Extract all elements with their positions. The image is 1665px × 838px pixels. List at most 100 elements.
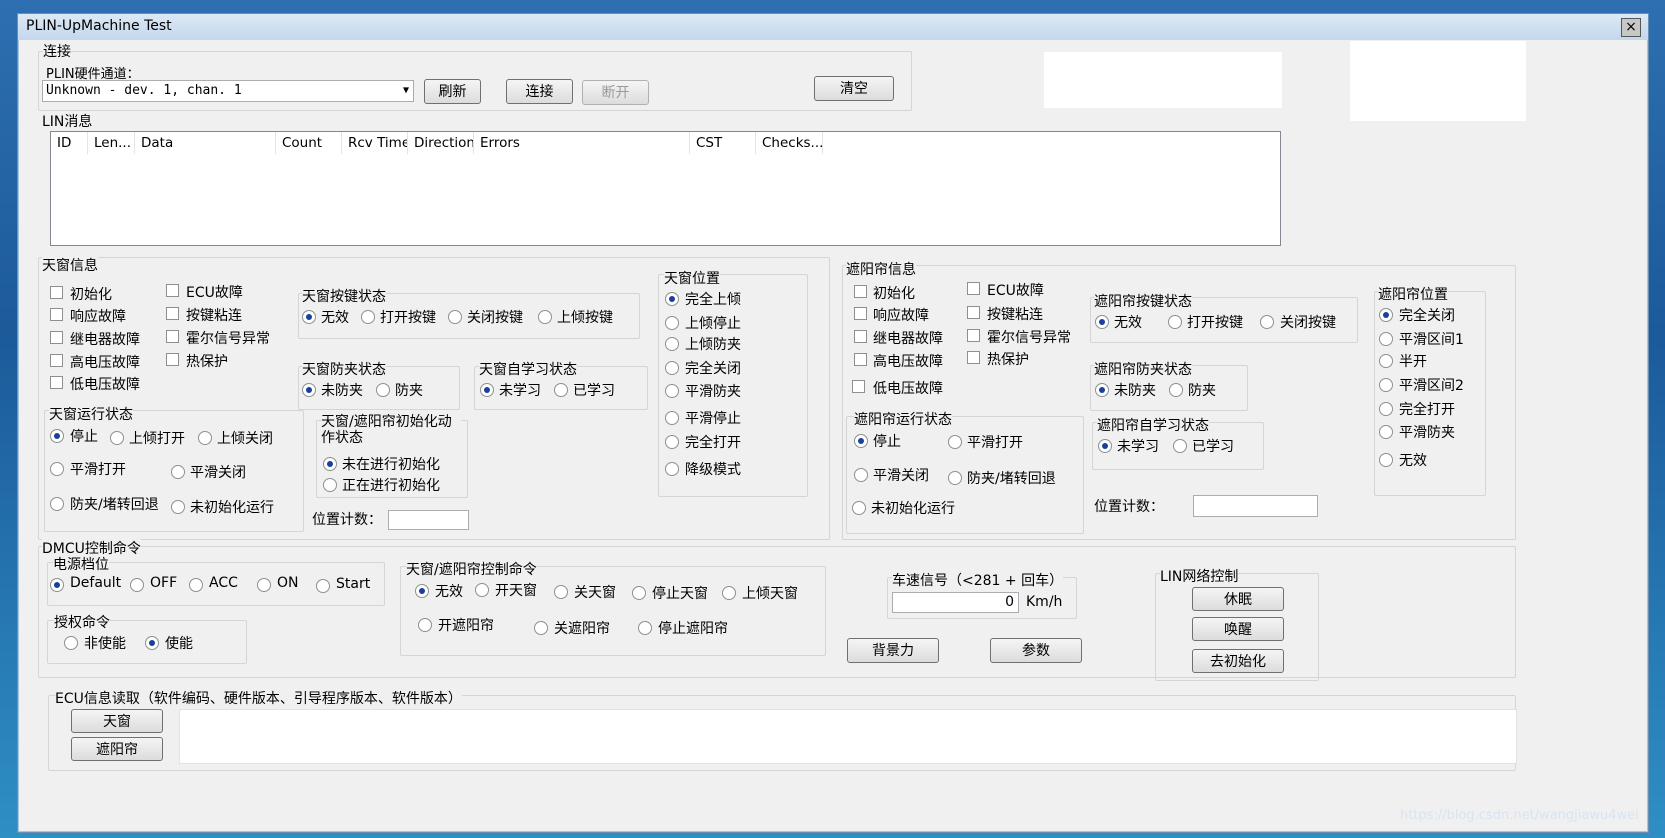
radio-sh-key-close[interactable] — [1260, 315, 1274, 329]
close-button[interactable]: × — [1621, 18, 1641, 37]
radio-sr-pinch-yes[interactable] — [376, 383, 390, 397]
radio-sr-pos-5[interactable] — [665, 411, 679, 425]
checkbox-sr-init[interactable] — [50, 286, 63, 299]
checkbox-sh-stuck[interactable] — [967, 306, 980, 319]
radio-ctrl-close-sh[interactable] — [534, 621, 548, 635]
radio-sh-key-open[interactable] — [1168, 315, 1182, 329]
checkbox-sh-highv[interactable] — [854, 353, 867, 366]
radio-auth-enable[interactable] — [145, 636, 159, 650]
connect-button[interactable]: 连接 — [506, 79, 573, 104]
radio-sr-learn-yes[interactable] — [554, 383, 568, 397]
backlight-button[interactable]: 背景力 — [847, 638, 939, 663]
radio-sh-pinch-yes[interactable] — [1169, 383, 1183, 397]
checkbox-sr-response[interactable] — [50, 308, 63, 321]
radio-sr-run-uninit[interactable] — [171, 500, 185, 514]
radio-ctrl-tilt-sr[interactable] — [722, 586, 736, 600]
checkbox-sr-hall[interactable] — [166, 330, 179, 343]
radio-sr-pos-7[interactable] — [665, 462, 679, 476]
checkbox-sh-relay[interactable] — [854, 330, 867, 343]
radio-sr-pinch-no[interactable] — [302, 383, 316, 397]
sh-pos-count-input[interactable] — [1193, 495, 1318, 517]
hw-channel-select[interactable]: Unknown - dev. 1, chan. 1 ▼ — [42, 80, 414, 102]
checkbox-sh-ecu[interactable] — [967, 282, 980, 295]
col-cst[interactable]: CST — [690, 132, 756, 154]
radio-sr-pos-6[interactable] — [665, 435, 679, 449]
radio-ctrl-open-sh[interactable] — [418, 618, 432, 632]
radio-sh-pos-5[interactable] — [1379, 425, 1393, 439]
radio-sh-run-pinchback[interactable] — [948, 471, 962, 485]
col-checksum[interactable]: Checks... — [756, 132, 823, 154]
radio-power-on[interactable] — [257, 578, 271, 592]
radio-auth-disable[interactable] — [64, 636, 78, 650]
col-id[interactable]: ID — [51, 132, 88, 154]
disconnect-button[interactable]: 断开 — [582, 80, 649, 105]
radio-sr-key-open[interactable] — [361, 310, 375, 324]
radio-sr-learn-no[interactable] — [480, 383, 494, 397]
radio-sh-pos-4[interactable] — [1379, 402, 1393, 416]
radio-init-doing[interactable] — [323, 478, 337, 492]
checkbox-sr-relay[interactable] — [50, 331, 63, 344]
clear-button[interactable]: 清空 — [814, 76, 894, 101]
radio-sh-learn-no[interactable] — [1098, 439, 1112, 453]
checkbox-sr-highv[interactable] — [50, 354, 63, 367]
checkbox-sr-ecu[interactable] — [166, 284, 179, 297]
radio-sr-key-tilt[interactable] — [538, 310, 552, 324]
radio-sh-run-slideopen[interactable] — [948, 435, 962, 449]
checkbox-sr-thermal[interactable] — [166, 353, 179, 366]
col-direction[interactable]: Direction — [408, 132, 474, 154]
checkbox-sr-stuck[interactable] — [166, 307, 179, 320]
radio-sh-run-stop[interactable] — [854, 434, 868, 448]
radio-sr-run-tiltclose[interactable] — [198, 431, 212, 445]
radio-power-acc[interactable] — [189, 578, 203, 592]
radio-sr-pos-1[interactable] — [665, 316, 679, 330]
radio-sr-pos-4[interactable] — [665, 384, 679, 398]
speed-input[interactable]: 0 — [892, 592, 1019, 613]
col-count[interactable]: Count — [276, 132, 342, 154]
checkbox-sh-init[interactable] — [854, 285, 867, 298]
radio-sr-run-tiltopen[interactable] — [110, 431, 124, 445]
wake-button[interactable]: 唤醒 — [1192, 617, 1284, 641]
radio-sh-pos-6[interactable] — [1379, 453, 1393, 467]
radio-ctrl-none[interactable] — [415, 584, 429, 598]
ecu-info-output[interactable] — [179, 709, 1517, 764]
col-rcv-time[interactable]: Rcv Time — [342, 132, 408, 154]
params-button[interactable]: 参数 — [990, 638, 1082, 663]
radio-sh-pinch-no[interactable] — [1095, 383, 1109, 397]
radio-sr-pos-0[interactable] — [665, 292, 679, 306]
col-len[interactable]: Len... — [88, 132, 135, 154]
radio-sh-learn-yes[interactable] — [1173, 439, 1187, 453]
radio-ctrl-stop-sr[interactable] — [632, 586, 646, 600]
radio-sr-pos-2[interactable] — [665, 337, 679, 351]
radio-sr-run-slideclose[interactable] — [171, 465, 185, 479]
radio-sh-pos-2[interactable] — [1379, 354, 1393, 368]
radio-power-start[interactable] — [316, 579, 330, 593]
radio-ctrl-open-sr[interactable] — [475, 583, 489, 597]
checkbox-sh-lowv[interactable] — [852, 380, 865, 393]
radio-sr-key-none[interactable] — [302, 310, 316, 324]
sleep-button[interactable]: 休眠 — [1192, 587, 1284, 611]
radio-sh-pos-3[interactable] — [1379, 378, 1393, 392]
radio-sh-run-uninit[interactable] — [852, 501, 866, 515]
radio-sh-run-slideclose[interactable] — [854, 468, 868, 482]
sr-pos-count-input[interactable] — [388, 510, 469, 530]
radio-sr-run-slideopen[interactable] — [50, 462, 64, 476]
radio-power-off[interactable] — [130, 578, 144, 592]
radio-sh-pos-0[interactable] — [1379, 308, 1393, 322]
col-errors[interactable]: Errors — [474, 132, 690, 154]
ecu-sunroof-button[interactable]: 天窗 — [71, 709, 163, 733]
radio-ctrl-close-sr[interactable] — [554, 585, 568, 599]
radio-sr-key-close[interactable] — [448, 310, 462, 324]
radio-sr-run-pinchback[interactable] — [50, 497, 64, 511]
radio-init-not[interactable] — [323, 457, 337, 471]
checkbox-sh-thermal[interactable] — [967, 351, 980, 364]
checkbox-sr-lowv[interactable] — [50, 376, 63, 389]
radio-ctrl-stop-sh[interactable] — [638, 621, 652, 635]
checkbox-sh-response[interactable] — [854, 307, 867, 320]
radio-sh-key-none[interactable] — [1095, 315, 1109, 329]
ecu-shade-button[interactable]: 遮阳帘 — [71, 737, 163, 761]
checkbox-sh-hall[interactable] — [967, 329, 980, 342]
refresh-button[interactable]: 刷新 — [424, 79, 481, 104]
lin-message-table[interactable]: ID Len... Data Count Rcv Time Direction … — [50, 131, 1281, 246]
col-data[interactable]: Data — [135, 132, 276, 154]
radio-sr-pos-3[interactable] — [665, 361, 679, 375]
